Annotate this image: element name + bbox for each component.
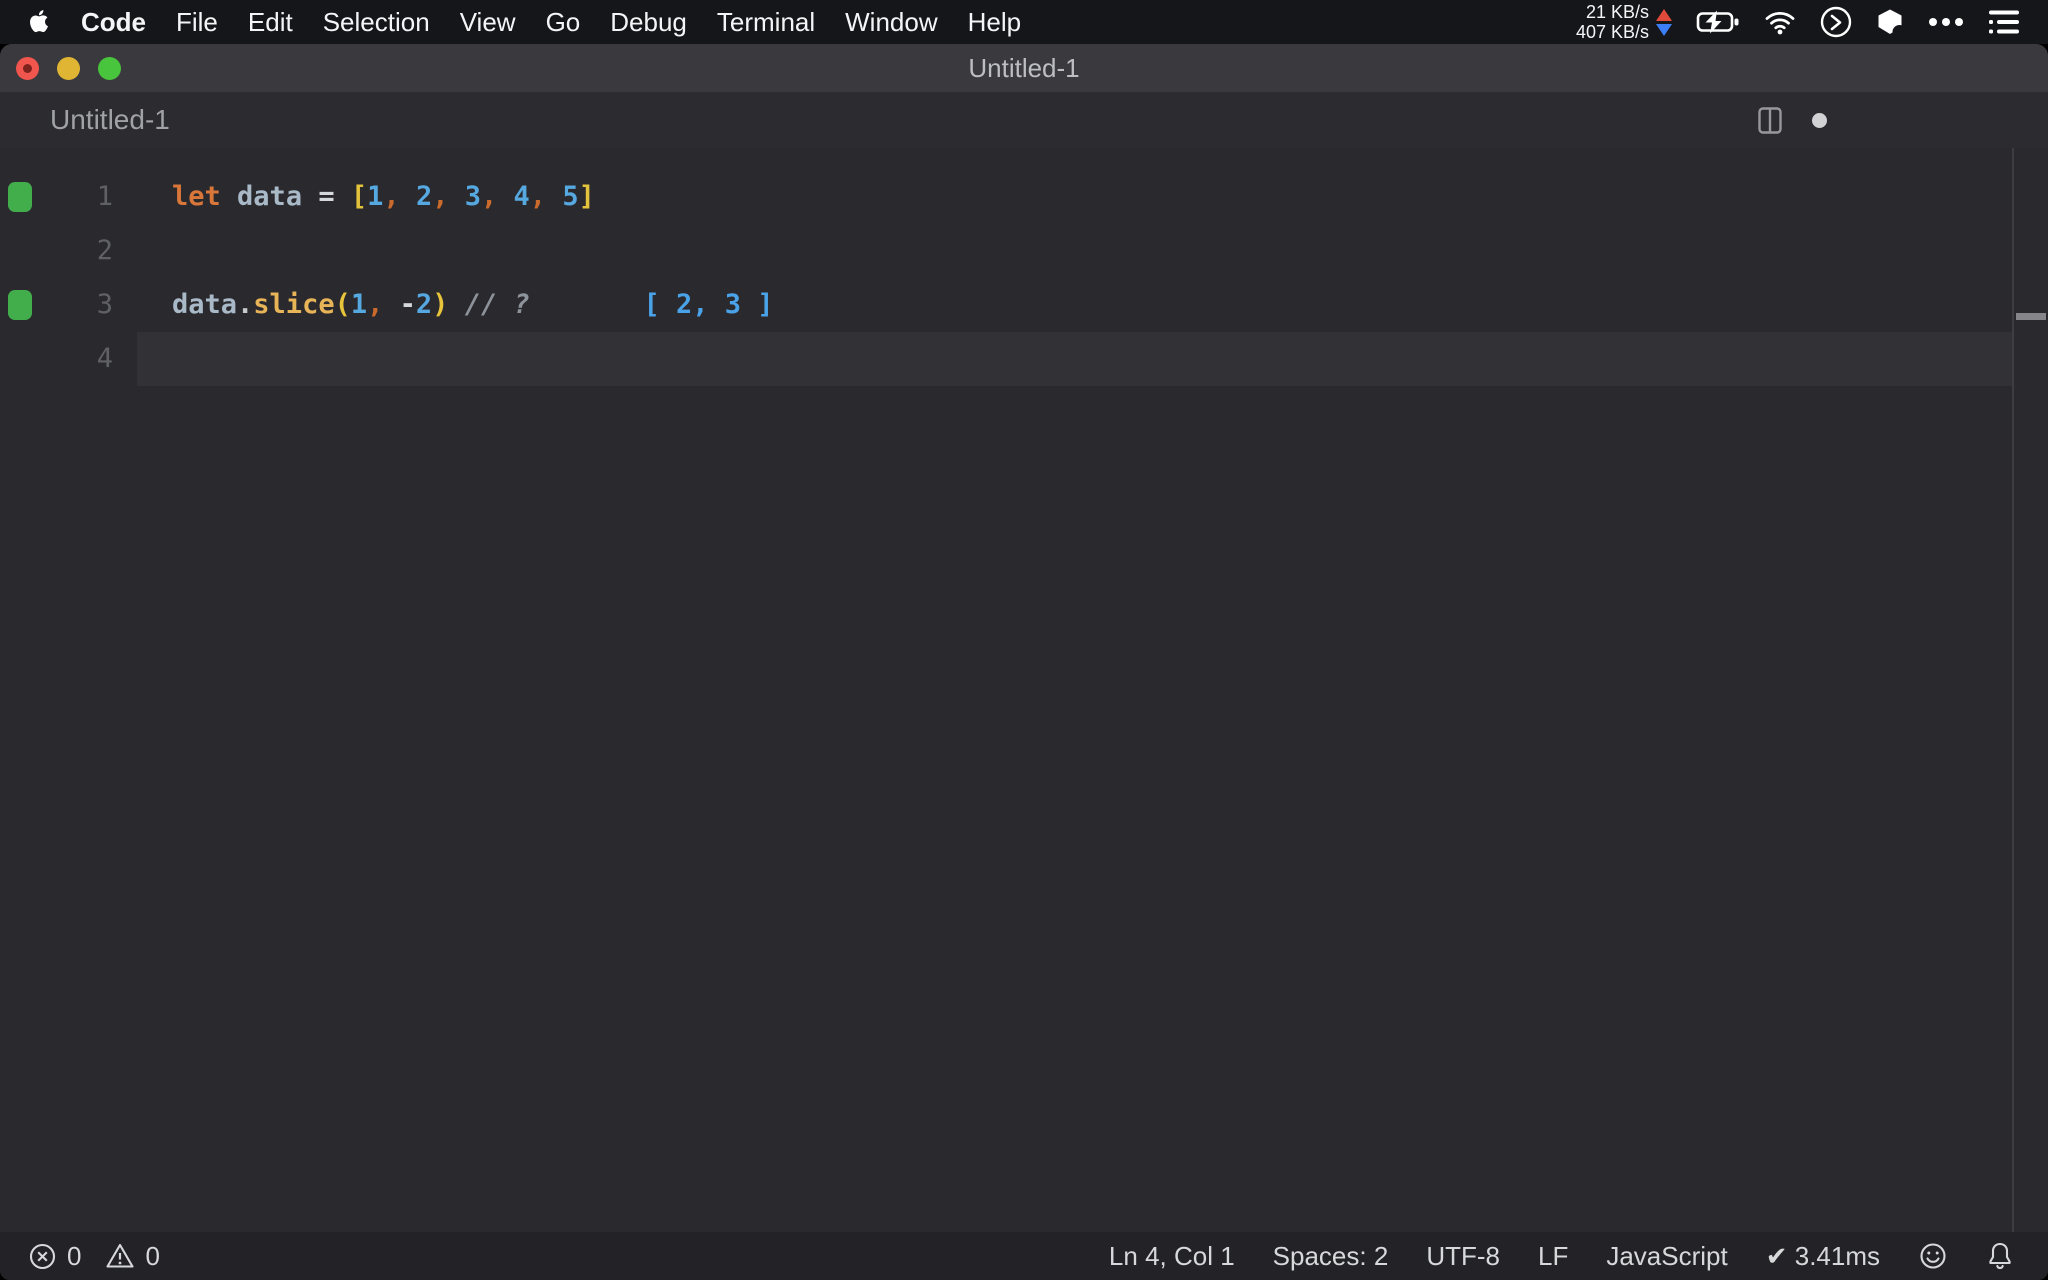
list-menu-icon[interactable] — [1988, 9, 2020, 35]
menu-terminal[interactable]: Terminal — [702, 0, 830, 44]
warning-triangle-icon[interactable] — [105, 1242, 135, 1270]
code-text — [137, 332, 2014, 386]
code-line-4[interactable]: 4 — [0, 332, 2048, 386]
tab-untitled-1[interactable]: Untitled-1 — [50, 92, 170, 148]
menu-go[interactable]: Go — [531, 0, 596, 44]
bell-notifications-icon[interactable] — [1986, 1241, 2014, 1271]
error-circle-icon[interactable] — [28, 1242, 57, 1271]
error-count[interactable]: 0 — [67, 1241, 81, 1272]
code-line-1[interactable]: 1 let data = [1, 2, 3, 4, 5] — [0, 170, 2048, 224]
overview-ruler-border — [2012, 148, 2014, 1276]
network-speed-indicator[interactable]: 21 KB/s 407 KB/s — [1576, 2, 1672, 42]
menu-edit[interactable]: Edit — [233, 0, 308, 44]
menu-file[interactable]: File — [161, 0, 233, 44]
gutter[interactable]: 1 — [0, 170, 137, 224]
status-bar: 0 0 Ln 4, Col 1 Spaces: 2 UTF-8 LF JavaScrip… — [0, 1232, 2048, 1280]
unsaved-changes-dot[interactable] — [1812, 112, 1827, 128]
status-item-3-41ms[interactable]: ✔ 3.41ms — [1766, 1241, 1880, 1272]
line-number: 2 — [96, 235, 113, 266]
upload-arrow-icon — [1656, 8, 1672, 21]
macos-menu-bar: Code File Edit Selection View Go Debug Terminal… — [0, 0, 2048, 44]
menu-selection[interactable]: Selection — [308, 0, 445, 44]
gutter[interactable]: 3 — [0, 278, 137, 332]
code-area: 1 let data = [1, 2, 3, 4, 5] 2 3 data.slice(… — [0, 170, 2048, 386]
status-item-spaces-2[interactable]: Spaces: 2 — [1273, 1241, 1389, 1272]
split-editor-icon[interactable] — [1758, 106, 1782, 134]
status-item-lf[interactable]: LF — [1538, 1241, 1568, 1272]
quokka-coverage-marker-icon — [8, 182, 32, 212]
terminal-circle-icon[interactable] — [1820, 6, 1852, 38]
window-title-bar[interactable]: Untitled-1 — [0, 44, 2048, 92]
code-line-2[interactable]: 2 — [0, 224, 2048, 278]
code-line-3[interactable]: 3 data.slice(1, -2) // ? [ 2, 3 ] — [0, 278, 2048, 332]
menu-code[interactable]: Code — [66, 0, 161, 44]
wifi-icon[interactable] — [1764, 9, 1796, 35]
menu-view[interactable]: View — [445, 0, 531, 44]
apple-logo-icon[interactable] — [28, 9, 50, 35]
quokka-coverage-marker-icon — [8, 290, 32, 320]
editor-header: Untitled-1 — [0, 92, 2048, 148]
status-item-ln-4-col-1[interactable]: Ln 4, Col 1 — [1109, 1241, 1235, 1272]
window-title: Untitled-1 — [968, 53, 1080, 83]
smiley-feedback-icon[interactable] — [1918, 1241, 1948, 1271]
gutter[interactable]: 2 — [0, 224, 137, 278]
menu-debug[interactable]: Debug — [595, 0, 702, 44]
gutter[interactable]: 4 — [0, 332, 137, 386]
network-download-speed: 407 KB/s — [1575, 22, 1649, 42]
cube-icon[interactable] — [1876, 8, 1904, 36]
overview-ruler-cursor-mark — [2016, 313, 2046, 320]
code-text: data.slice(1, -2) // ? [ 2, 3 ] — [172, 289, 774, 320]
line-number: 4 — [96, 343, 113, 374]
menu-help[interactable]: Help — [953, 0, 1036, 44]
network-upload-speed: 21 KB/s — [1585, 2, 1649, 22]
code-editor[interactable]: 1 let data = [1, 2, 3, 4, 5] 2 3 data.slice(… — [0, 148, 2048, 1276]
vscode-window: Untitled-1 Untitled-1 1 let data = [1, 2,… — [0, 44, 2048, 1280]
download-arrow-icon — [1656, 23, 1672, 36]
code-text: let data = [1, 2, 3, 4, 5] — [172, 181, 595, 212]
menu-window[interactable]: Window — [830, 0, 952, 44]
statusbar-right-items: Ln 4, Col 1 Spaces: 2 UTF-8 LF JavaScript ✔ 3… — [1109, 1241, 2048, 1272]
warning-count[interactable]: 0 — [145, 1241, 159, 1272]
battery-charging-icon[interactable] — [1696, 10, 1740, 34]
status-item-utf-8[interactable]: UTF-8 — [1426, 1241, 1500, 1272]
status-item-javascript[interactable]: JavaScript — [1606, 1241, 1727, 1272]
menu-items: Code File Edit Selection View Go Debug Terminal… — [66, 0, 1036, 44]
ellipsis-icon[interactable] — [1928, 17, 1964, 27]
